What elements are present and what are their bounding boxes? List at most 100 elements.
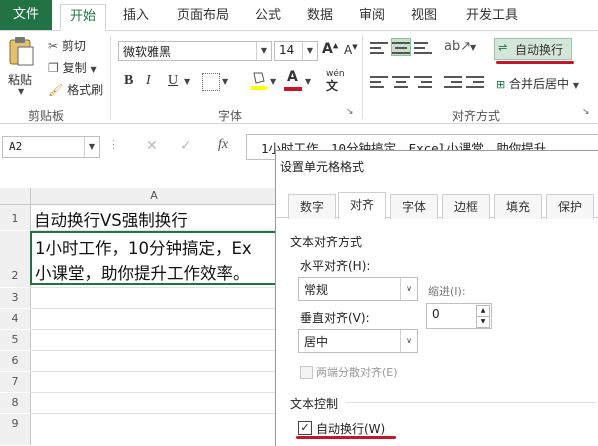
row-header-3[interactable]: 3 — [0, 288, 31, 308]
cell-a1[interactable]: 自动换行VS强制换行 — [34, 207, 188, 231]
format-painter-label: 格式刷 — [67, 83, 104, 97]
horizontal-align-dropdown-icon[interactable]: ∨ — [400, 278, 417, 300]
tab-data[interactable]: 数据 — [300, 4, 340, 30]
italic-button[interactable]: I — [146, 73, 151, 89]
font-size-box[interactable]: 14 ▼ — [274, 41, 318, 61]
phonetic-button[interactable]: wén 文 — [326, 69, 345, 94]
row-header-9[interactable]: 9 — [0, 414, 31, 445]
enter-check-icon[interactable]: ✓ — [180, 138, 192, 154]
merge-center-button[interactable]: ⊞ 合并后居中 ▼ — [496, 75, 579, 92]
fill-color-dropdown-icon[interactable]: ▼ — [270, 77, 276, 86]
dialog-tab-alignment[interactable]: 对齐 — [338, 192, 386, 219]
gridline — [30, 392, 280, 393]
orientation-dropdown-icon[interactable]: ▼ — [470, 43, 476, 52]
tab-home[interactable]: 开始 — [60, 4, 106, 32]
wrap-text-checkbox[interactable]: ✓ — [298, 421, 312, 435]
tab-formulas[interactable]: 公式 — [248, 4, 288, 30]
merge-dropdown-icon[interactable]: ▼ — [573, 81, 579, 90]
row-header-1[interactable]: 1 — [0, 205, 31, 230]
copy-icon: ❐ — [48, 61, 59, 75]
cell-a2-selected[interactable]: 1小时工作，10分钟搞定，Ex 小课堂，助你提升工作效率。 — [30, 231, 280, 285]
tab-page-layout[interactable]: 页面布局 — [168, 4, 238, 30]
font-dialog-launcher-icon[interactable]: ↘ — [346, 107, 354, 117]
align-center-icon[interactable] — [392, 73, 410, 89]
paste-button[interactable]: 粘贴 ▼ — [6, 35, 40, 97]
horizontal-align-value: 常规 — [304, 283, 329, 297]
section-divider — [346, 402, 596, 403]
scissors-icon: ✂ — [48, 39, 59, 53]
row-header-5[interactable]: 5 — [0, 330, 31, 350]
borders-icon[interactable] — [202, 73, 220, 91]
orientation-icon[interactable]: ab↗ — [444, 39, 471, 54]
dialog-tab-font[interactable]: 字体 — [390, 194, 438, 219]
bold-button[interactable]: B — [124, 73, 133, 89]
tab-developer[interactable]: 开发工具 — [456, 4, 528, 30]
text-control-section-title: 文本控制 — [290, 397, 339, 411]
dialog-title: 设置单元格格式 — [280, 160, 365, 174]
borders-dropdown-icon[interactable]: ▼ — [222, 77, 228, 86]
row-header-2[interactable]: 2 — [0, 231, 31, 287]
cancel-icon[interactable]: ✕ — [146, 138, 158, 154]
decrease-indent-icon[interactable] — [444, 73, 462, 89]
gridline — [30, 308, 280, 309]
row-header-7[interactable]: 7 — [0, 372, 31, 392]
horizontal-align-select[interactable]: 常规 ∨ — [298, 277, 418, 301]
font-size-dropdown-icon[interactable]: ▼ — [302, 42, 317, 60]
font-color-letter: A — [287, 69, 298, 85]
row-header-4[interactable]: 4 — [0, 309, 31, 329]
justify-distributed-checkbox[interactable] — [300, 366, 313, 379]
indent-down-icon[interactable]: ▼ — [476, 316, 490, 328]
row-header-8[interactable]: 8 — [0, 393, 31, 413]
wrap-text-button[interactable]: ⇌ 自动换行 — [494, 38, 572, 60]
formula-bar-more-icon[interactable]: ⋮ — [108, 138, 119, 151]
name-box-dropdown-icon[interactable]: ▼ — [84, 137, 99, 157]
fill-color-button[interactable] — [250, 69, 268, 91]
increase-indent-icon[interactable] — [466, 73, 484, 89]
wrap-text-icon: ⇌ — [498, 41, 508, 54]
gridline — [30, 350, 280, 351]
font-name-box[interactable]: 微软雅黑 ▼ — [118, 41, 272, 61]
vertical-align-value: 居中 — [304, 335, 329, 349]
vertical-align-dropdown-icon[interactable]: ∨ — [400, 330, 417, 352]
font-color-dropdown-icon[interactable]: ▼ — [305, 77, 311, 86]
gridline — [30, 413, 280, 414]
decrease-font-icon[interactable]: A▼ — [344, 43, 358, 57]
cell-a2-line-1: 1小时工作，10分钟搞定，Ex — [35, 239, 252, 258]
font-color-button[interactable]: A — [284, 69, 302, 91]
tab-review[interactable]: 审阅 — [352, 4, 392, 30]
dialog-tab-protection[interactable]: 保护 — [546, 194, 594, 219]
copy-dropdown-icon[interactable]: ▼ — [90, 65, 96, 74]
format-painter-button[interactable]: 🖌 格式刷 — [48, 81, 103, 98]
indent-spinner[interactable]: 0 ▲ ▼ — [426, 303, 492, 329]
align-middle-icon[interactable] — [391, 38, 411, 56]
align-left-icon[interactable] — [370, 73, 388, 89]
underline-button[interactable]: U — [168, 73, 178, 89]
dialog-tab-border[interactable]: 边框 — [442, 194, 490, 219]
cut-button[interactable]: ✂ 剪切 — [48, 37, 86, 54]
wrap-text-checkbox-label: 自动换行(W) — [316, 422, 386, 436]
insert-function-icon[interactable]: fx — [218, 137, 228, 153]
increase-font-icon[interactable]: A▲ — [322, 41, 338, 57]
vertical-align-select[interactable]: 居中 ∨ — [298, 329, 418, 353]
font-name-dropdown-icon[interactable]: ▼ — [256, 42, 271, 60]
tab-view[interactable]: 视图 — [404, 4, 444, 30]
justify-distributed-label: 两端分散对齐(E) — [316, 366, 398, 379]
tab-file[interactable]: 文件 — [0, 0, 52, 30]
align-top-icon[interactable] — [370, 39, 388, 55]
row-header-6[interactable]: 6 — [0, 351, 31, 371]
alignment-group-label: 对齐方式 — [452, 109, 501, 123]
select-all-corner[interactable] — [0, 188, 31, 205]
paste-dropdown-icon[interactable]: ▼ — [18, 87, 24, 96]
dialog-tab-number[interactable]: 数字 — [288, 194, 336, 219]
font-size-value: 14 — [279, 43, 295, 57]
copy-button[interactable]: ❐ 复制 ▼ — [48, 59, 97, 76]
alignment-dialog-launcher-icon[interactable]: ↘ — [582, 107, 590, 117]
column-header-a[interactable]: A — [31, 188, 277, 205]
align-bottom-icon[interactable] — [414, 39, 432, 55]
underline-dropdown-icon[interactable]: ▼ — [184, 77, 190, 86]
tab-insert[interactable]: 插入 — [116, 4, 156, 30]
dialog-tab-fill[interactable]: 填充 — [494, 194, 542, 219]
name-box[interactable]: A2 ▼ — [2, 136, 100, 158]
indent-value: 0 — [432, 307, 440, 321]
align-right-icon[interactable] — [414, 73, 432, 89]
